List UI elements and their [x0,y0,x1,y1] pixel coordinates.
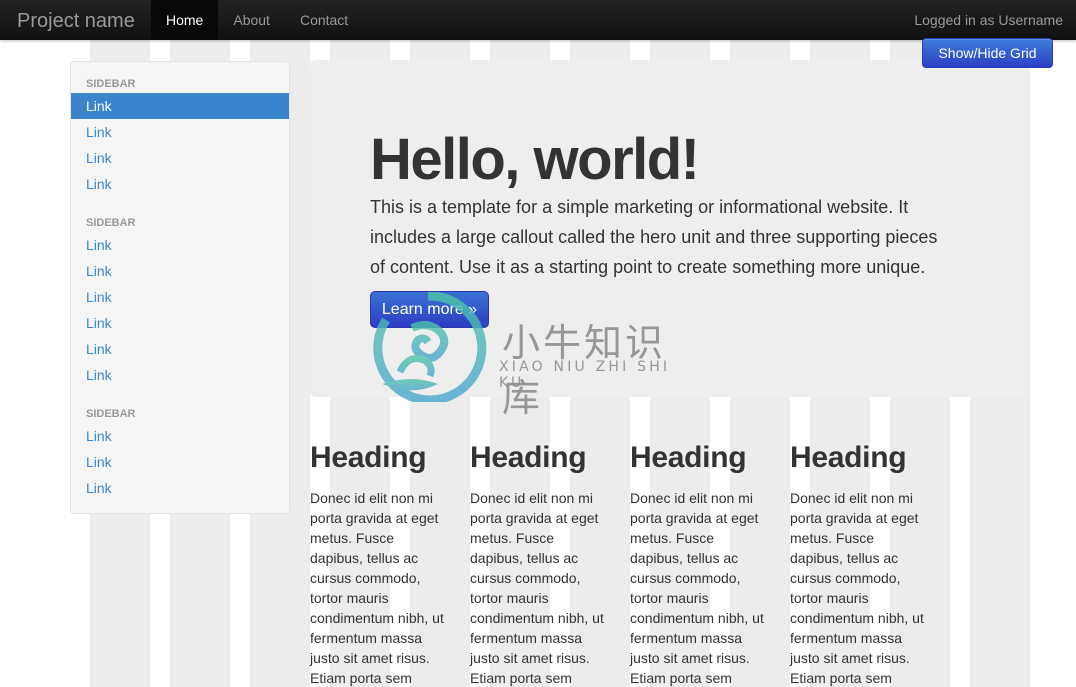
sidebar-link[interactable]: Link [71,475,289,501]
main-nav: Home About Contact [151,0,363,40]
hero-unit: Hello, world! This is a template for a s… [310,60,1030,397]
feature-body: Donec id elit non mi porta gravida at eg… [630,490,764,686]
feature-heading: Heading [630,441,747,474]
sidebar-link[interactable]: Link [71,145,289,171]
feature-body: Donec id elit non mi porta gravida at eg… [310,490,444,686]
sidebar-header: Sidebar [86,78,136,90]
sidebar-link[interactable]: Link [71,310,289,336]
sidebar-group: Sidebar Link Link Link [71,401,289,501]
brand-link[interactable]: Project name [17,0,135,40]
feature-body: Donec id elit non mi porta gravida at eg… [470,490,604,686]
hero-title: Hello, world! [370,127,700,192]
sidebar-header: Sidebar [86,217,136,229]
feature-column: Heading Donec id elit non mi porta gravi… [470,440,610,687]
sidebar-link[interactable]: Link [71,119,289,145]
feature-heading: Heading [470,441,587,474]
sidebar-header: Sidebar [86,408,136,420]
feature-column: Heading Donec id elit non mi porta gravi… [310,440,450,687]
nav-item-home[interactable]: Home [151,0,219,40]
sidebar-group: Sidebar Link Link Link Link [71,71,289,197]
sidebar-group: Sidebar Link Link Link Link Link Link [71,210,289,388]
sidebar: Sidebar Link Link Link Link Sidebar Link… [70,61,290,514]
sidebar-link[interactable]: Link [71,362,289,388]
sidebar-link[interactable]: Link [71,284,289,310]
navbar: Project name Home About Contact Logged i… [0,0,1076,40]
feature-body: Donec id elit non mi porta gravida at eg… [790,490,924,686]
sidebar-link[interactable]: Link [71,171,289,197]
sidebar-link[interactable]: Link [71,232,289,258]
sidebar-link[interactable]: Link [71,449,289,475]
feature-heading: Heading [310,441,427,474]
logged-in-user-text: Logged in as Username [914,12,1063,28]
sidebar-link[interactable]: Link [71,258,289,284]
nav-item-contact[interactable]: Contact [285,0,363,40]
sidebar-link-active[interactable]: Link [71,93,289,119]
feature-column: Heading Donec id elit non mi porta gravi… [790,440,930,687]
sidebar-link[interactable]: Link [71,423,289,449]
sidebar-link[interactable]: Link [71,336,289,362]
learn-more-button[interactable]: Learn more » [370,291,489,328]
nav-item-about[interactable]: About [218,0,285,40]
show-hide-grid-button[interactable]: Show/Hide Grid [922,38,1053,68]
feature-column: Heading Donec id elit non mi porta gravi… [630,440,770,687]
feature-heading: Heading [790,441,907,474]
hero-body: This is a template for a simple marketin… [370,197,938,277]
